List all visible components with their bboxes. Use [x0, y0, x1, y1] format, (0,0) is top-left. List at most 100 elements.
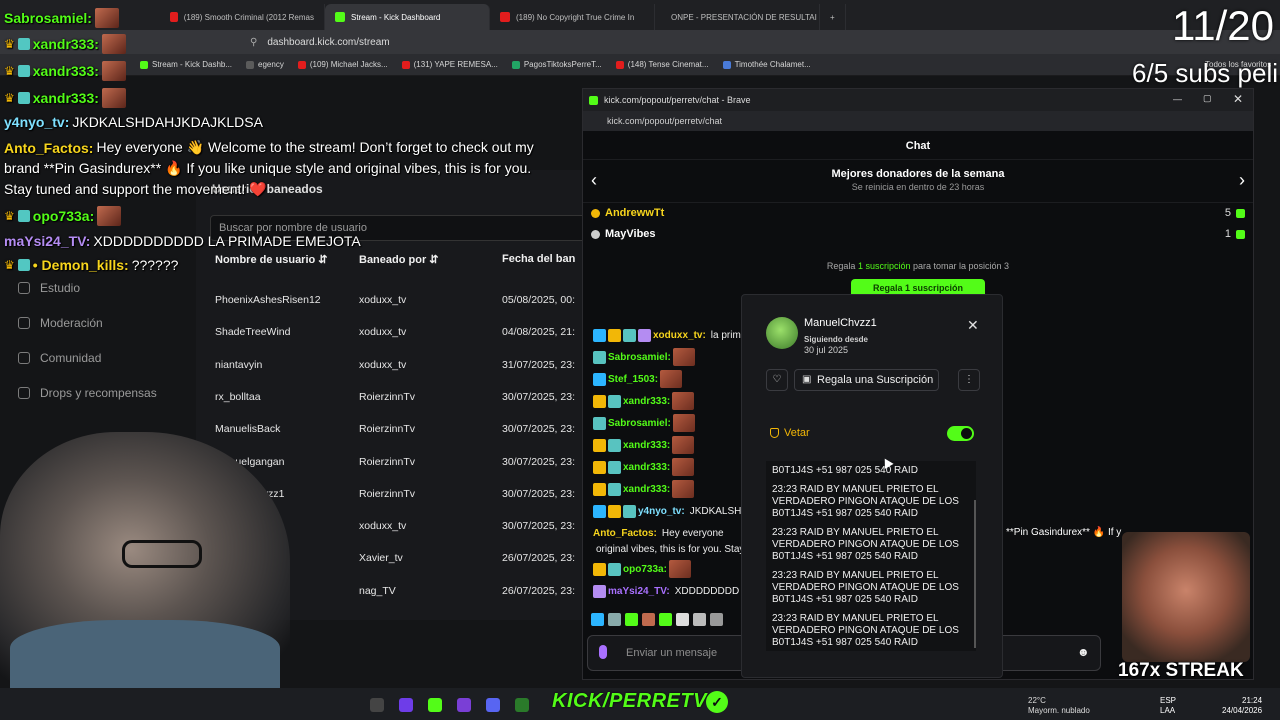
log-scrollbar[interactable]: [974, 500, 976, 648]
browser-tab[interactable]: Stream - Kick Dashboard: [325, 4, 490, 30]
badge-icon: [17, 38, 30, 50]
crown-icon: ♛: [4, 258, 15, 272]
bookmark-item[interactable]: egency: [246, 60, 284, 69]
app-icon-2[interactable]: [399, 698, 413, 712]
browser-tab[interactable]: (189) Smooth Criminal (2012 Remas: [160, 4, 325, 30]
address-bar[interactable]: ⚲ dashboard.kick.com/stream: [0, 30, 1280, 54]
sidebar-item[interactable]: Drops y recompensas: [18, 386, 157, 400]
chat-message: opo733a:: [593, 559, 691, 579]
browser-tab[interactable]: ONPE - PRESENTACIÓN DE RESULTAI: [655, 4, 820, 30]
chat-text: la prim: [710, 329, 741, 341]
chat-badge-icon: [593, 438, 606, 452]
badge-icon: [17, 92, 30, 104]
close-icon[interactable]: ✕: [967, 317, 979, 334]
chat-username[interactable]: xandr333:: [623, 396, 670, 407]
bookmark-item[interactable]: Timothée Chalamet...: [722, 60, 811, 69]
col-banned-by[interactable]: Baneado por ⇵: [359, 253, 439, 266]
chat-username[interactable]: Stef_1503:: [608, 374, 658, 385]
app-icon-6[interactable]: [515, 698, 529, 712]
bookmark-item[interactable]: PagosTiktoksPerreT...: [511, 60, 602, 69]
bookmark-item[interactable]: (109) Michael Jacks...: [297, 60, 388, 69]
heart-icon[interactable]: ♡: [766, 369, 788, 391]
log-message: B0T1J4S +51 987 025 540 RAID: [772, 465, 918, 476]
clock-time: 21:24: [1242, 696, 1263, 705]
chat-username[interactable]: maYsi24_TV:: [608, 586, 670, 597]
emote-icon: [101, 88, 126, 108]
bookmark-icon: [615, 60, 624, 69]
banned-by: nag_TV: [359, 584, 396, 597]
overlay-chat-line: Sabrosamiel:: [4, 8, 119, 28]
gift-sub-button[interactable]: Regala 1 suscripción: [851, 279, 985, 295]
close-window-icon[interactable]: ✕: [1233, 92, 1243, 106]
sidebar-item[interactable]: Comunidad: [18, 351, 101, 365]
user-name: ManuelChvzz1: [804, 317, 877, 329]
chat-username[interactable]: xandr333:: [623, 440, 670, 451]
donor-name[interactable]: MayVibes: [605, 228, 656, 240]
ban-date: 30/07/2025, 23:: [502, 390, 575, 403]
ban-date: 26/07/2025, 23:: [502, 552, 575, 565]
url-text[interactable]: dashboard.kick.com/stream: [267, 37, 389, 48]
overlay-username: opo733a:: [32, 208, 95, 224]
browser-tab[interactable]: (189) No Copyright True Crime In: [490, 4, 655, 30]
table-row[interactable]: PhoenixAshesRisen12 xoduxx_tv 05/08/2025, …: [215, 294, 585, 314]
overlay-text: ??????: [131, 257, 179, 273]
bookmark-item[interactable]: (148) Tense Cinemat...: [615, 60, 709, 69]
bookmark-item[interactable]: Stream - Kick Dashb...: [140, 60, 232, 69]
emoji-icon[interactable]: ☻: [1077, 645, 1090, 659]
weather-widget[interactable]: 22°C Mayorm. nublado: [1028, 696, 1090, 716]
sidebar-icon: [18, 387, 30, 399]
vetar-toggle[interactable]: [947, 426, 974, 441]
table-row[interactable]: manuelgangan RoierzinnTv 30/07/2025, 23:: [215, 456, 585, 476]
overlay-chat-line: y4nyo_tv: JKDKALSHDAHJKDAJKLDSA: [4, 114, 263, 130]
user-message-log[interactable]: B0T1J4S +51 987 025 540 RAID 23:23 RAID B…: [766, 461, 976, 651]
app-icon-1[interactable]: [370, 698, 384, 712]
overlay-chat-line: ♛ xandr333:: [4, 61, 126, 81]
language-indicator[interactable]: ESP LAA: [1160, 696, 1176, 716]
chat-username[interactable]: Anto_Factos:: [593, 528, 657, 539]
chat-emote-icon: [672, 458, 695, 476]
taskbar-clock[interactable]: 21:24 24/04/2026: [1222, 696, 1262, 716]
col-ban-date[interactable]: Fecha del ban: [502, 253, 575, 265]
new-tab-button[interactable]: +: [820, 4, 846, 30]
bookmark-label: egency: [258, 60, 284, 69]
table-row[interactable]: ShadeTreeWind xoduxx_tv 04/08/2025, 21:: [215, 326, 585, 346]
bookmark-item[interactable]: (131) YAPE REMESA...: [401, 60, 498, 69]
table-row[interactable]: niantavyin xoduxx_tv 31/07/2025, 23:: [215, 359, 585, 379]
chat-badge-icon: [623, 328, 636, 342]
minimize-icon[interactable]: —: [1173, 94, 1182, 104]
chat-username[interactable]: opo733a:: [623, 564, 667, 575]
webcam-glasses: [122, 540, 202, 568]
sidebar-item-label: Moderación: [40, 316, 103, 330]
table-row[interactable]: ManuelisBack RoierzinnTv 30/07/2025, 23:: [215, 423, 585, 443]
chat-badge-icon: [593, 394, 606, 408]
donor-name[interactable]: AndrewwTt: [605, 207, 664, 219]
maximize-icon[interactable]: ▢: [1203, 93, 1212, 104]
moderation-icon[interactable]: ⋮: [958, 369, 980, 391]
table-row[interactable]: rx_bolltaa RoierzinnTv 30/07/2025, 23:: [215, 391, 585, 411]
chat-username[interactable]: Sabrosamiel:: [608, 418, 671, 429]
donors-title: Mejores donadores de la semana: [831, 168, 1005, 180]
crown-icon: ♛: [4, 64, 15, 78]
popout-url-bar[interactable]: kick.com/popout/perretv/chat: [583, 111, 1253, 131]
chat-username[interactable]: xandr333:: [623, 484, 670, 495]
col-username[interactable]: Nombre de usuario ⇵: [215, 253, 328, 266]
chat-username[interactable]: xoduxx_tv:: [653, 330, 706, 341]
emote-picker-row[interactable]: [591, 613, 741, 631]
user-card-popup: ManuelChvzz1 Siguiendo desde 30 jul 2025…: [741, 294, 1003, 678]
donors-prev-icon[interactable]: ‹: [591, 170, 597, 191]
sidebar-item[interactable]: Estudio: [18, 281, 80, 295]
app-icon-3[interactable]: [428, 698, 442, 712]
chat-badge-icon: [608, 460, 621, 474]
donor-count: 1: [1224, 228, 1231, 240]
gift-subscription-button[interactable]: Regala una Suscripción: [794, 369, 939, 391]
chat-badge-icon: [593, 482, 606, 496]
donors-next-icon[interactable]: ›: [1239, 170, 1245, 191]
app-icon-4[interactable]: [457, 698, 471, 712]
chat-username[interactable]: xandr333:: [623, 462, 670, 473]
app-icon-5[interactable]: [486, 698, 500, 712]
sidebar-item[interactable]: Moderación: [18, 316, 103, 330]
chat-username[interactable]: y4nyo_tv:: [638, 506, 685, 517]
popout-url[interactable]: kick.com/popout/perretv/chat: [607, 116, 722, 126]
mic-icon[interactable]: [599, 645, 607, 659]
chat-username[interactable]: Sabrosamiel:: [608, 352, 671, 363]
